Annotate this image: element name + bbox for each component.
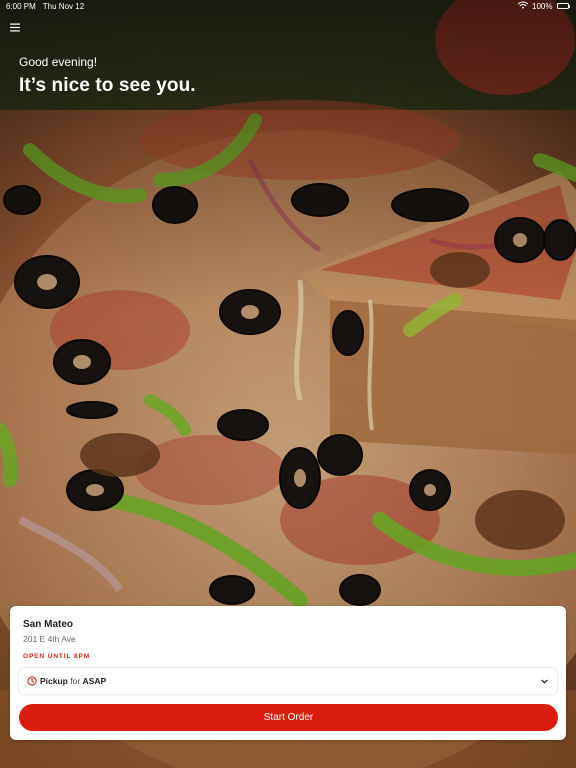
wifi-icon	[517, 1, 529, 11]
status-time: 6:00 PM	[6, 1, 36, 11]
order-connector: for	[70, 676, 81, 686]
chevron-down-icon	[540, 677, 549, 686]
clock-icon	[27, 676, 37, 686]
status-left: 6:00 PM Thu Nov 12	[6, 2, 84, 11]
store-address: 201 E 4th Ave	[23, 634, 76, 644]
status-date: Thu Nov 12	[42, 1, 85, 11]
order-time: ASAP	[82, 676, 107, 686]
order-method-label: Pickup for ASAP	[40, 676, 540, 686]
greeting: Good evening! It’s nice to see you.	[19, 55, 196, 97]
status-bar: 6:00 PM Thu Nov 12 100%	[0, 0, 576, 12]
hamburger-menu-button[interactable]	[8, 20, 22, 34]
start-order-button[interactable]: Start Order	[19, 704, 558, 731]
store-hours-status: OPEN UNTIL 8PM	[23, 653, 91, 660]
greeting-subtitle: Good evening!	[19, 55, 98, 69]
status-right: 100%	[517, 1, 570, 11]
greeting-title: It’s nice to see you.	[19, 75, 196, 96]
hamburger-menu-icon	[10, 23, 20, 31]
order-method-dropdown[interactable]: Pickup for ASAP	[19, 668, 557, 694]
order-card: San Mateo 201 E 4th Ave OPEN UNTIL 8PM P…	[10, 606, 566, 740]
battery-percent: 100%	[532, 1, 553, 11]
order-mode: Pickup	[40, 676, 68, 686]
store-name: San Mateo	[23, 619, 74, 630]
battery-icon	[556, 3, 570, 9]
